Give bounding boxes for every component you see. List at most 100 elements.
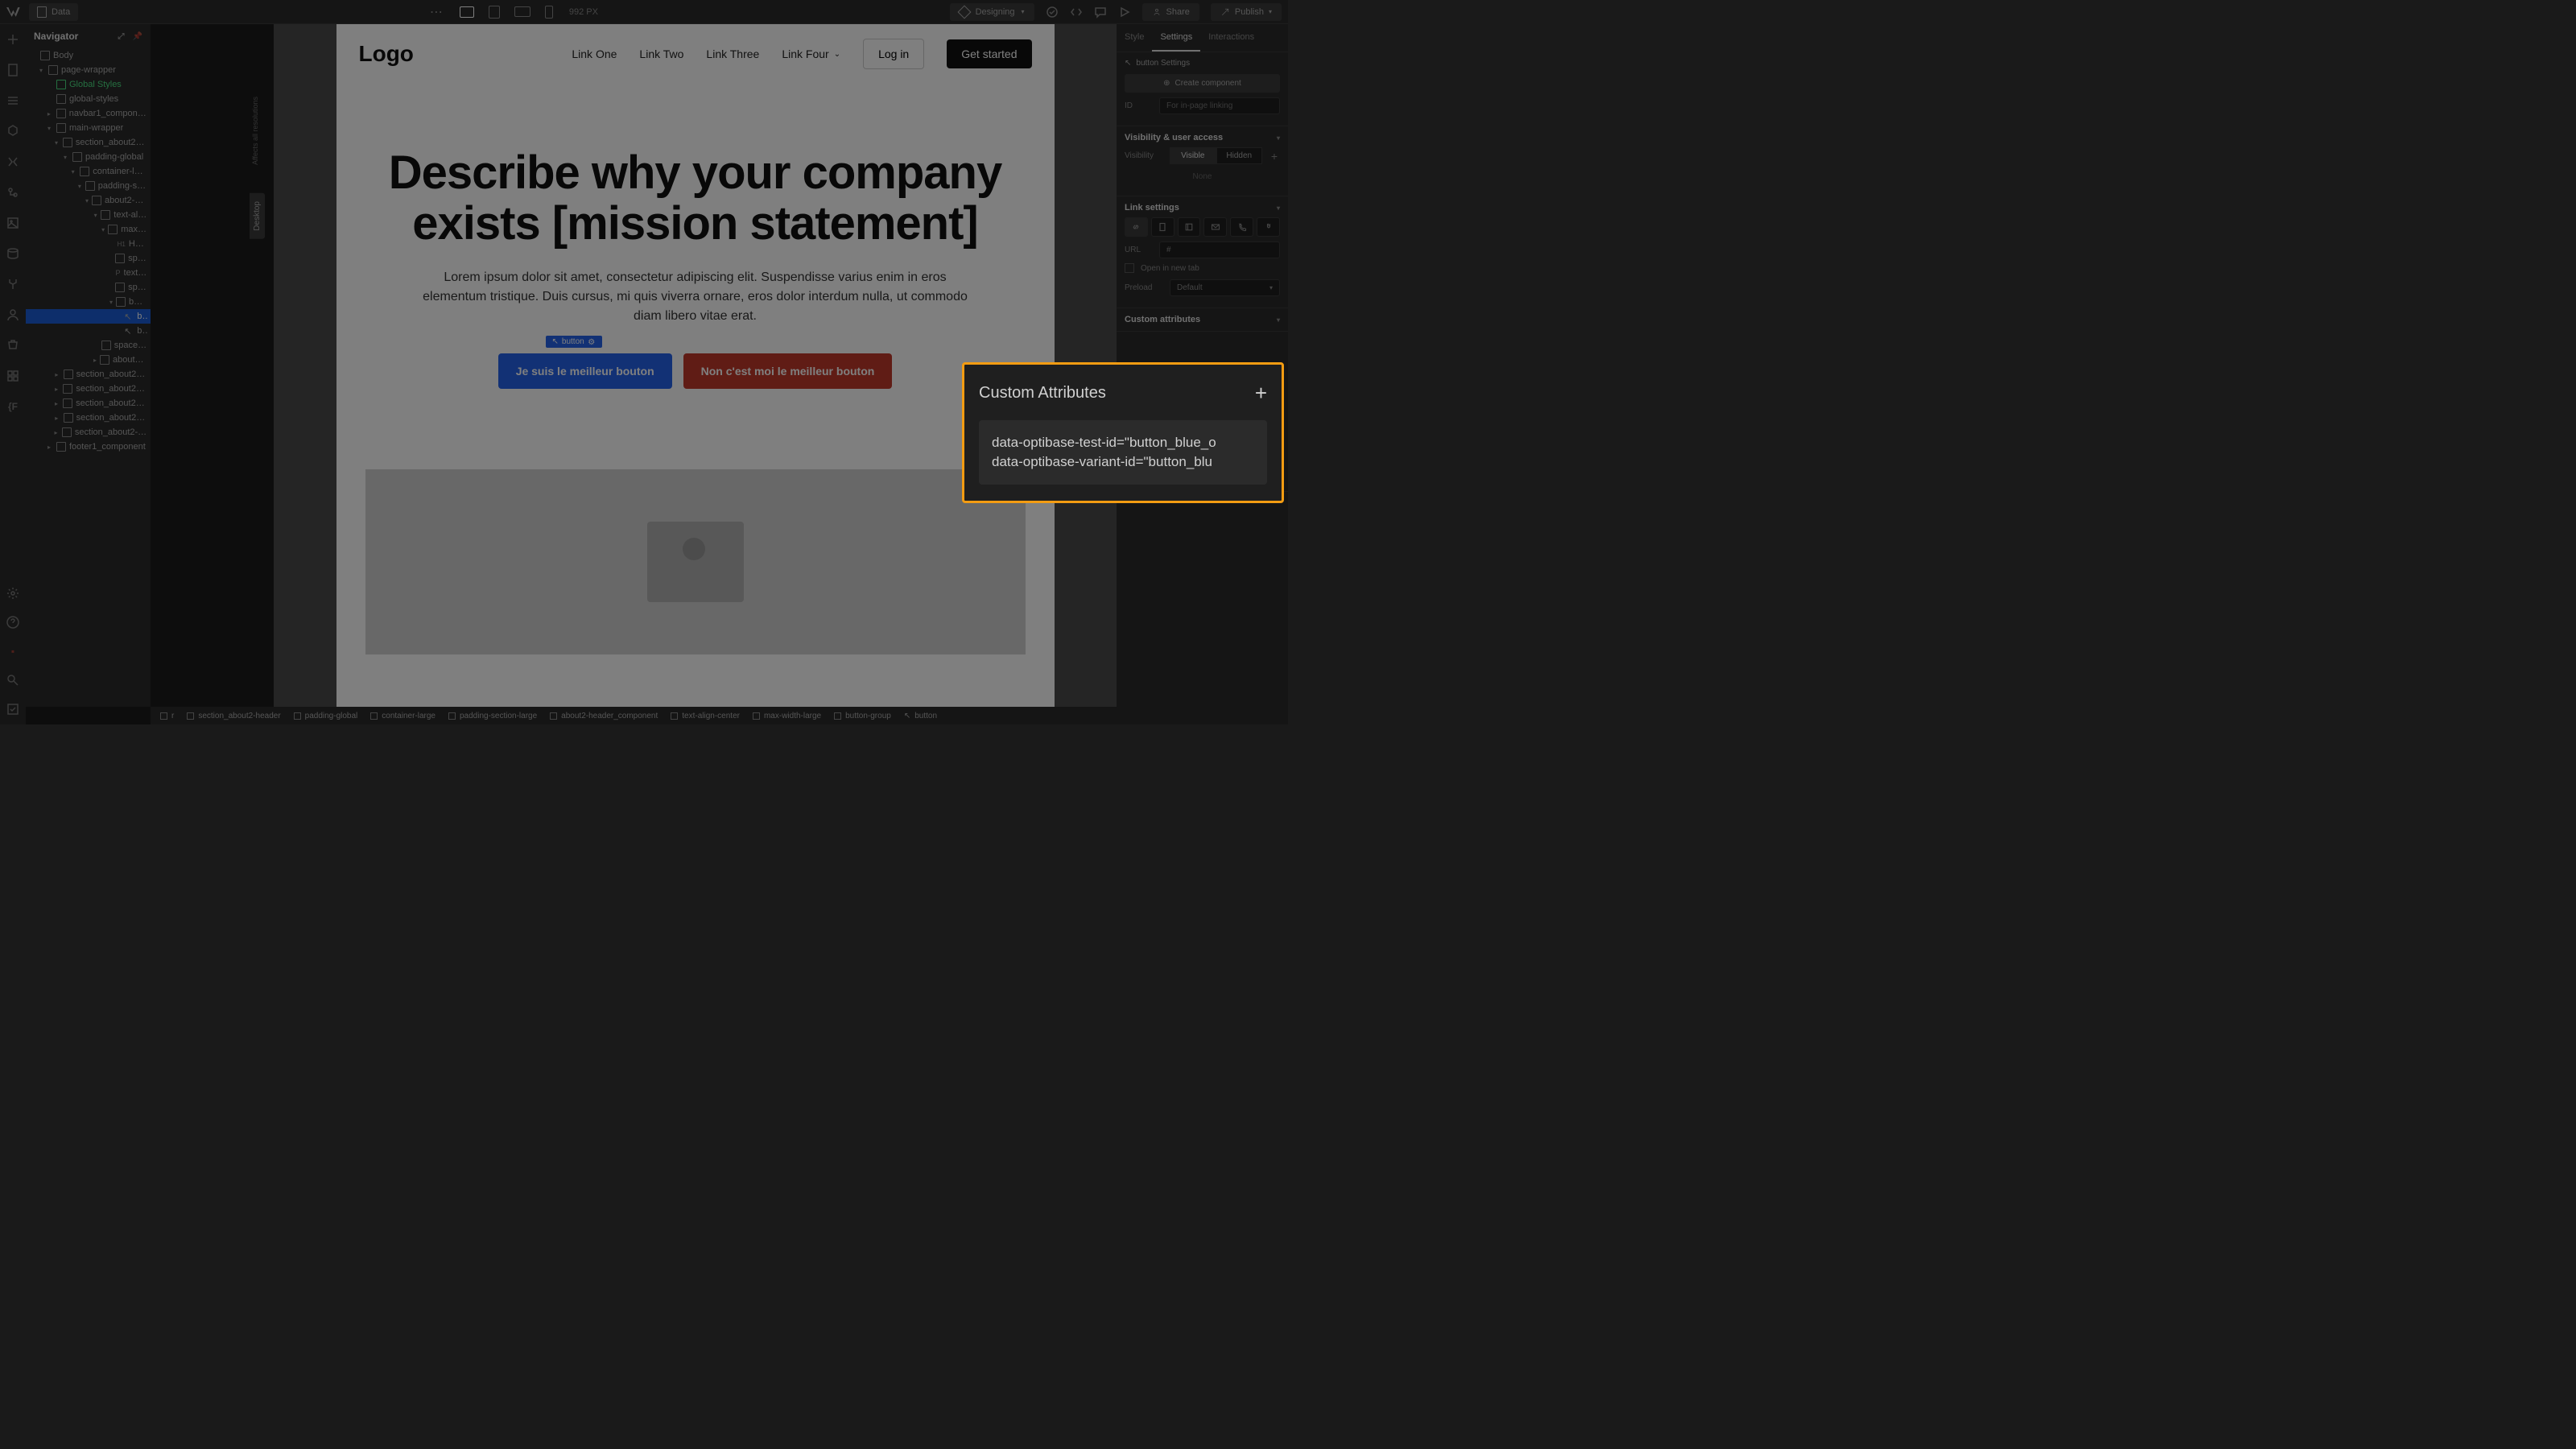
tree-item-text-size-medium[interactable]: Ptext-size-medium (26, 266, 151, 280)
tree-item-section-about2-header[interactable]: ▾section_about2-header (26, 135, 151, 150)
tree-item-section-about2-testimonial[interactable]: ▸section_about2-testimonial (26, 425, 151, 440)
tree-item-global-styles[interactable]: global-styles (26, 92, 151, 106)
finsweet-icon[interactable]: {F (6, 399, 20, 414)
tree-item-body[interactable]: Body (26, 48, 151, 63)
nav-link-2[interactable]: Link Two (639, 47, 683, 60)
collapse-icon[interactable]: ⤢ (118, 32, 125, 41)
styles-icon[interactable] (6, 185, 20, 200)
link-type-phone[interactable] (1230, 217, 1253, 237)
site-logo[interactable]: Logo (359, 41, 414, 67)
breadcrumb-item[interactable]: text-align-center (671, 712, 740, 720)
visibility-visible[interactable]: Visible (1170, 147, 1216, 164)
tree-item-about2-header-image-wrapper[interactable]: ▸about2-header_image-wrapper (26, 353, 151, 367)
logic-icon[interactable] (6, 277, 20, 291)
tree-item-heading[interactable]: H1Heading (26, 237, 151, 251)
breadcrumb-item[interactable]: button-group (834, 712, 891, 720)
tree-item-text-align-center[interactable]: ▾text-align-center (26, 208, 151, 222)
hero-paragraph[interactable]: Lorem ipsum dolor sit amet, consectetur … (422, 268, 969, 326)
open-new-tab-checkbox[interactable] (1125, 263, 1134, 273)
check-icon[interactable] (1046, 6, 1059, 19)
designing-mode-button[interactable]: Designing ▾ (950, 3, 1034, 21)
assets-icon[interactable] (6, 216, 20, 230)
breadcrumb-item[interactable]: max-width-large (753, 712, 821, 720)
breakpoint-landscape-icon[interactable] (514, 6, 530, 17)
tree-item-spacer-medium[interactable]: spacer-medium (26, 251, 151, 266)
breakpoint-tablet-icon[interactable] (489, 6, 500, 19)
add-icon[interactable] (6, 32, 20, 47)
secondary-red-button[interactable]: Non c'est moi le meilleur bouton (683, 353, 893, 389)
tree-item-section-about2-story[interactable]: ▸section_about2-story (26, 367, 151, 382)
tree-item-global-styles[interactable]: Global Styles (26, 77, 151, 92)
share-button[interactable]: Share (1142, 3, 1199, 21)
link-type-email[interactable] (1203, 217, 1227, 237)
tree-item-button[interactable]: button (26, 324, 151, 338)
help-icon[interactable] (6, 615, 20, 630)
search-icon[interactable] (6, 673, 20, 687)
create-component-button[interactable]: ⊕ Create component (1125, 74, 1280, 93)
breadcrumb-item[interactable]: about2-header_component (550, 712, 658, 720)
login-button[interactable]: Log in (863, 39, 924, 69)
tab-style[interactable]: Style (1117, 24, 1152, 52)
tree-item-padding-global[interactable]: ▾padding-global (26, 150, 151, 164)
desktop-resolution-tab[interactable]: Desktop (250, 193, 265, 239)
cms-icon[interactable] (6, 246, 20, 261)
breadcrumb-item[interactable]: section_about2-header (187, 712, 280, 720)
get-started-button[interactable]: Get started (947, 39, 1031, 68)
tree-item-button[interactable]: button (26, 309, 151, 324)
url-input[interactable] (1159, 242, 1280, 258)
hero-heading[interactable]: Describe why your company exists [missio… (385, 148, 1006, 249)
image-placeholder-block[interactable] (365, 469, 1026, 654)
variables-icon[interactable] (6, 155, 20, 169)
link-type-page[interactable] (1151, 217, 1174, 237)
visibility-heading[interactable]: Visibility & user access▾ (1125, 133, 1280, 142)
code-icon[interactable] (1070, 6, 1083, 19)
tree-item-section-about2-team[interactable]: ▸section_about2-team (26, 411, 151, 425)
navigator-icon[interactable] (6, 93, 20, 108)
breakpoint-phone-icon[interactable] (545, 6, 553, 19)
data-button[interactable]: Data (29, 3, 78, 21)
webflow-logo-icon[interactable] (6, 4, 23, 20)
tab-settings[interactable]: Settings (1152, 24, 1200, 52)
pages-icon[interactable] (6, 63, 20, 77)
selection-label[interactable]: button⚙ (546, 336, 602, 348)
custom-attribute-row-2[interactable]: data-optibase-variant-id="button_blu (992, 454, 1254, 470)
apps-icon[interactable] (6, 369, 20, 383)
tree-item-section-about2-values[interactable]: ▸section_about2-values (26, 396, 151, 411)
link-type-section[interactable] (1178, 217, 1201, 237)
audit-icon[interactable] (6, 702, 20, 716)
more-icon[interactable]: ⋯ (430, 4, 444, 20)
visibility-hidden[interactable]: Hidden (1216, 147, 1263, 164)
tree-item-section-about2-vision[interactable]: ▸section_about2-vision (26, 382, 151, 396)
breadcrumb-item[interactable]: padding-section-large (448, 712, 537, 720)
publish-button[interactable]: Publish ▾ (1211, 3, 1282, 21)
breadcrumb-item[interactable]: r (160, 712, 174, 720)
play-icon[interactable] (1118, 6, 1131, 19)
nav-link-4[interactable]: Link Four ⌄ (782, 47, 840, 60)
nav-link-1[interactable]: Link One (572, 47, 617, 60)
custom-attribute-row-1[interactable]: data-optibase-test-id="button_blue_o (992, 435, 1254, 451)
nav-link-3[interactable]: Link Three (706, 47, 759, 60)
settings-icon[interactable] (6, 586, 20, 601)
tree-item-container-large[interactable]: ▾container-large (26, 164, 151, 179)
tree-item-padding-section-large[interactable]: ▾padding-section-large (26, 179, 151, 193)
video-icon[interactable]: ▪ (6, 644, 20, 658)
tab-interactions[interactable]: Interactions (1200, 24, 1262, 52)
breadcrumb-item[interactable]: button (904, 712, 937, 720)
ecommerce-icon[interactable] (6, 338, 20, 353)
gear-icon[interactable]: ⚙ (588, 338, 596, 346)
tree-item-main-wrapper[interactable]: ▾main-wrapper (26, 121, 151, 135)
custom-attributes-list[interactable]: data-optibase-test-id="button_blue_o dat… (979, 420, 1267, 485)
components-icon[interactable] (6, 124, 20, 138)
link-settings-heading[interactable]: Link settings▾ (1125, 203, 1280, 213)
pin-icon[interactable]: 📌 (133, 32, 142, 41)
link-type-url[interactable] (1125, 217, 1148, 237)
tree-item-page-wrapper[interactable]: ▾page-wrapper (26, 63, 151, 77)
tree-item-button-group[interactable]: ▾button-group (26, 295, 151, 309)
tree-item-navbar1-component[interactable]: ▸navbar1_component (26, 106, 151, 121)
preload-select[interactable]: Default▾ (1170, 279, 1280, 296)
visibility-segmented[interactable]: Visible Hidden (1170, 147, 1262, 164)
breadcrumb-item[interactable]: container-large (370, 712, 436, 720)
users-icon[interactable] (6, 308, 20, 322)
tree-item-footer1-component[interactable]: ▸footer1_component (26, 440, 151, 454)
tree-item-spacer-xxlarge[interactable]: spacer-xxlarge (26, 338, 151, 353)
